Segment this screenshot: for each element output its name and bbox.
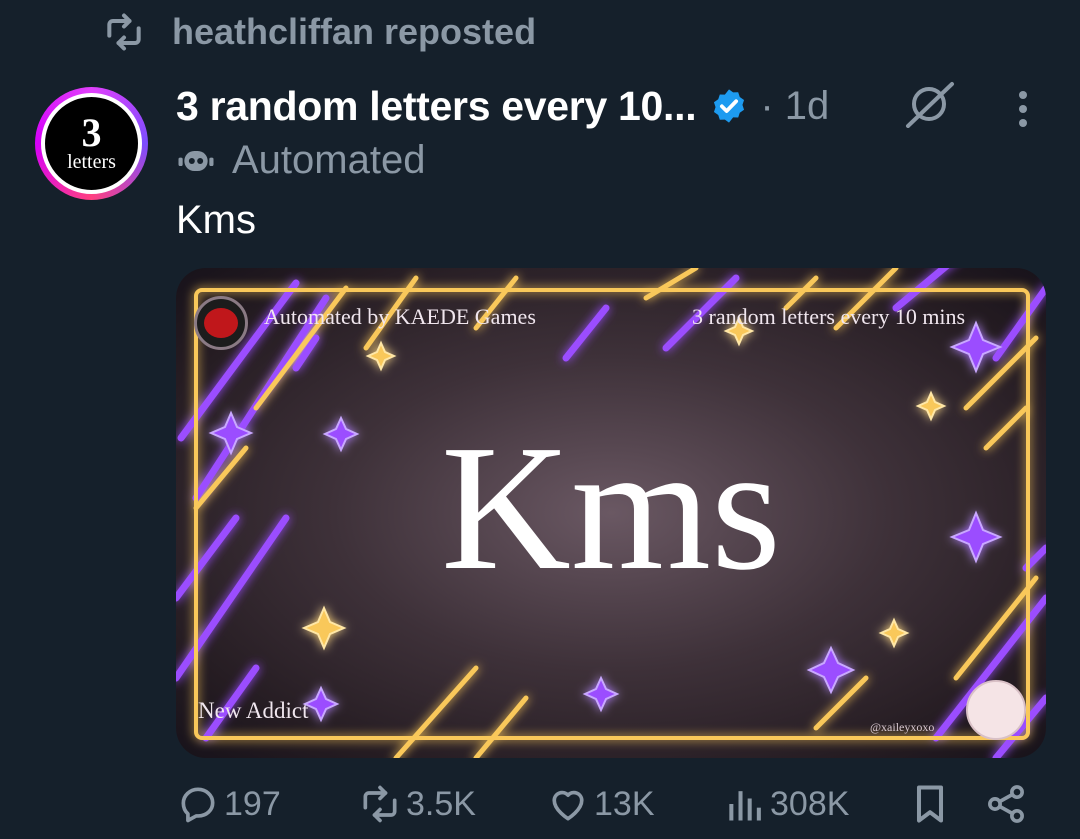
action-bar: 197 3.5K 13K 308K — [176, 782, 1046, 834]
avatar-word: letters — [67, 150, 116, 173]
bookmark-button[interactable] — [908, 782, 952, 826]
bookmark-icon — [916, 785, 944, 823]
repost-button[interactable]: 3.5K — [358, 782, 476, 826]
repost-icon — [363, 785, 397, 823]
more-options-icon[interactable] — [1012, 88, 1034, 132]
author-row: 3 random letters every 10... · 1d — [176, 78, 829, 134]
share-icon — [988, 785, 1024, 823]
share-button[interactable] — [984, 782, 1028, 826]
reply-button[interactable]: 197 — [176, 782, 281, 826]
media-main-text: Kms — [440, 408, 782, 607]
reply-count: 197 — [224, 784, 281, 823]
kaede-badge — [194, 296, 248, 350]
repost-icon — [107, 13, 141, 51]
media-bottom-left-text: New Addict — [198, 698, 309, 723]
automated-label[interactable]: Automated — [176, 138, 425, 183]
media-watermark-text: @xaileyxoxo — [870, 720, 935, 734]
post-timestamp[interactable]: · 1d — [760, 84, 829, 129]
repost-count: 3.5K — [406, 784, 476, 823]
post-image[interactable]: Automated by KAEDE Games 3 random letter… — [176, 268, 1046, 758]
view-count: 308K — [770, 784, 850, 823]
repost-indicator[interactable]: heathcliffan reposted — [100, 10, 536, 54]
author-display-name[interactable]: 3 random letters every 10... — [176, 83, 697, 130]
reply-icon — [181, 787, 215, 823]
avatar-number: 3 — [81, 109, 102, 155]
avatar[interactable]: 3 letters — [35, 87, 148, 200]
cat-avatar-icon — [966, 680, 1026, 740]
views-button[interactable]: 308K — [722, 782, 849, 826]
heart-icon — [552, 790, 584, 821]
media-top-left-text: Automated by KAEDE Games — [264, 304, 536, 329]
media-top-right-text: 3 random letters every 10 mins — [692, 304, 966, 329]
views-icon — [729, 791, 761, 821]
like-count: 13K — [594, 784, 655, 823]
verified-badge-icon[interactable] — [710, 87, 748, 125]
like-button[interactable]: 13K — [546, 782, 655, 826]
repost-text: heathcliffan reposted — [172, 11, 537, 52]
bot-icon — [178, 150, 214, 171]
grok-icon[interactable] — [902, 80, 956, 128]
automated-text: Automated — [232, 138, 426, 182]
post-text: Kms — [176, 198, 256, 242]
